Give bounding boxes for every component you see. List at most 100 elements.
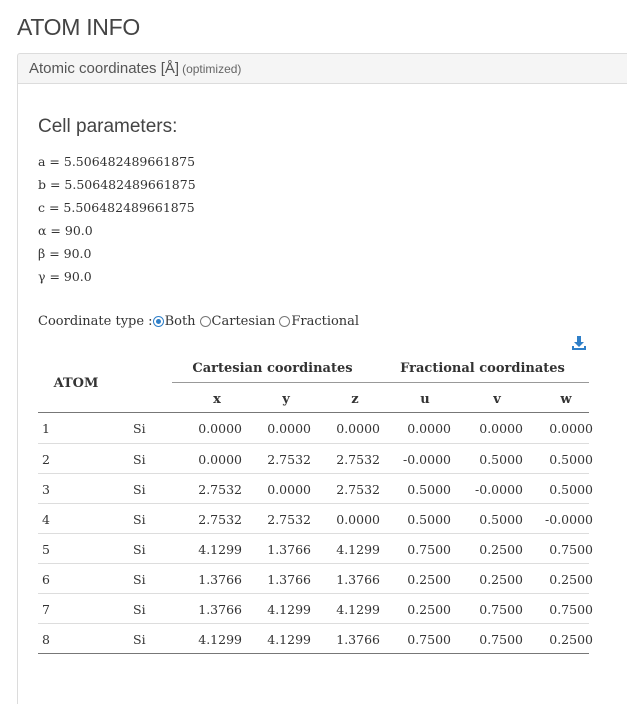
cell-v: 0.2500 <box>479 572 523 587</box>
table-row: 6 Si 1.3766 1.3766 1.3766 0.2500 0.2500 0.2500 <box>38 563 593 593</box>
panel-subtitle: (optimized) <box>182 62 242 76</box>
row-number: 7 <box>42 602 50 617</box>
cell-param-beta: β = 90.0 <box>38 246 92 261</box>
cell-w: -0.0000 <box>545 512 593 527</box>
cell-param-alpha: α = 90.0 <box>38 223 93 238</box>
cell-w: 0.7500 <box>549 602 593 617</box>
cell-z: 2.7532 <box>336 452 380 467</box>
col-header-z: z <box>351 392 359 407</box>
cell-parameters-heading: Cell parameters: <box>38 116 178 137</box>
table-row: 2 Si 0.0000 2.7532 2.7532 -0.0000 0.5000 0.5000 <box>38 443 593 473</box>
cell-u: 0.7500 <box>407 542 451 557</box>
row-element: Si <box>133 482 146 497</box>
col-header-x: x <box>213 392 221 407</box>
cell-x: 2.7532 <box>198 482 242 497</box>
page-title: ATOM INFO <box>17 14 140 40</box>
cell-x: 4.1299 <box>198 542 242 557</box>
cell-z: 2.7532 <box>336 482 380 497</box>
cell-u: 0.5000 <box>407 512 451 527</box>
cell-u: 0.7500 <box>407 632 451 647</box>
coordinate-type-label: Coordinate type : <box>38 314 153 329</box>
cell-y: 2.7532 <box>267 512 311 527</box>
row-element: Si <box>133 512 146 527</box>
cell-w: 0.2500 <box>549 632 593 647</box>
cell-z: 4.1299 <box>336 542 380 557</box>
cell-x: 1.3766 <box>198 572 242 587</box>
cell-y: 0.0000 <box>267 482 311 497</box>
row-element: Si <box>133 602 146 617</box>
cell-x: 1.3766 <box>198 602 242 617</box>
cell-x: 4.1299 <box>198 632 242 647</box>
cell-v: 0.5000 <box>479 512 523 527</box>
cell-z: 1.3766 <box>336 632 380 647</box>
cell-v: 0.0000 <box>479 421 523 436</box>
cell-param-b: b = 5.506482489661875 <box>38 177 196 192</box>
radio-both-label[interactable]: Both <box>165 314 196 329</box>
row-number: 1 <box>42 421 50 436</box>
radio-cartesian[interactable] <box>199 316 211 327</box>
cell-x: 0.0000 <box>198 452 242 467</box>
group-header-rule <box>172 382 589 383</box>
cell-z: 1.3766 <box>336 572 380 587</box>
cell-u: 0.2500 <box>407 572 451 587</box>
cell-u: 0.5000 <box>407 482 451 497</box>
cell-y: 1.3766 <box>267 542 311 557</box>
col-header-w: w <box>560 392 572 407</box>
cell-w: 0.5000 <box>549 482 593 497</box>
cell-v: 0.7500 <box>479 632 523 647</box>
cell-param-gamma: γ = 90.0 <box>38 269 92 284</box>
row-number: 5 <box>42 542 50 557</box>
row-element: Si <box>133 452 146 467</box>
panel-title: Atomic coordinates [Å] (optimized) <box>29 60 241 77</box>
cell-w: 0.5000 <box>549 452 593 467</box>
cell-u: 0.0000 <box>407 421 451 436</box>
row-element: Si <box>133 572 146 587</box>
table-row: 1 Si 0.0000 0.0000 0.0000 0.0000 0.0000 0.0000 <box>38 413 593 443</box>
coordinate-type-selector: Coordinate type : Both Cartesian Fractio… <box>38 314 359 329</box>
panel-header[interactable]: Atomic coordinates [Å] (optimized) <box>17 53 627 84</box>
row-number: 6 <box>42 572 50 587</box>
cell-param-c: c = 5.506482489661875 <box>38 200 195 215</box>
radio-both[interactable] <box>152 316 164 327</box>
cell-z: 4.1299 <box>336 602 380 617</box>
cell-param-a: a = 5.506482489661875 <box>38 154 196 169</box>
atom-header: ATOM <box>53 376 99 391</box>
cell-z: 0.0000 <box>336 512 380 527</box>
row-number: 2 <box>42 452 50 467</box>
radio-fractional[interactable] <box>279 316 291 327</box>
table-row: 4 Si 2.7532 2.7532 0.0000 0.5000 0.5000 -0.0000 <box>38 503 593 533</box>
row-number: 3 <box>42 482 50 497</box>
cell-u: 0.2500 <box>407 602 451 617</box>
row-element: Si <box>133 632 146 647</box>
radio-cartesian-label[interactable]: Cartesian <box>212 314 276 329</box>
cell-w: 0.2500 <box>549 572 593 587</box>
col-header-y: y <box>282 392 290 407</box>
cell-y: 2.7532 <box>267 452 311 467</box>
table-row: 5 Si 4.1299 1.3766 4.1299 0.7500 0.2500 0.7500 <box>38 533 593 563</box>
radio-fractional-label[interactable]: Fractional <box>291 314 359 329</box>
cell-y: 1.3766 <box>267 572 311 587</box>
cell-y: 4.1299 <box>267 632 311 647</box>
cell-w: 0.7500 <box>549 542 593 557</box>
col-header-v: v <box>493 392 501 407</box>
cartesian-header: Cartesian coordinates <box>192 361 353 376</box>
cell-x: 0.0000 <box>198 421 242 436</box>
row-element: Si <box>133 421 146 436</box>
download-icon[interactable] <box>571 335 587 351</box>
row-number: 8 <box>42 632 50 647</box>
cell-x: 2.7532 <box>198 512 242 527</box>
table-row: 3 Si 2.7532 0.0000 2.7532 0.5000 -0.0000 0.5000 <box>38 473 593 503</box>
table-row: 7 Si 1.3766 4.1299 4.1299 0.2500 0.7500 0.7500 <box>38 593 593 623</box>
cell-u: -0.0000 <box>403 452 451 467</box>
cell-v: 0.5000 <box>479 452 523 467</box>
cell-y: 0.0000 <box>267 421 311 436</box>
cell-v: 0.2500 <box>479 542 523 557</box>
cell-y: 4.1299 <box>267 602 311 617</box>
cell-z: 0.0000 <box>336 421 380 436</box>
panel-title-text: Atomic coordinates [Å] <box>29 60 180 77</box>
cell-v: -0.0000 <box>475 482 523 497</box>
row-number: 4 <box>42 512 50 527</box>
cell-v: 0.7500 <box>479 602 523 617</box>
fractional-header: Fractional coordinates <box>400 361 565 376</box>
col-header-u: u <box>420 392 430 407</box>
